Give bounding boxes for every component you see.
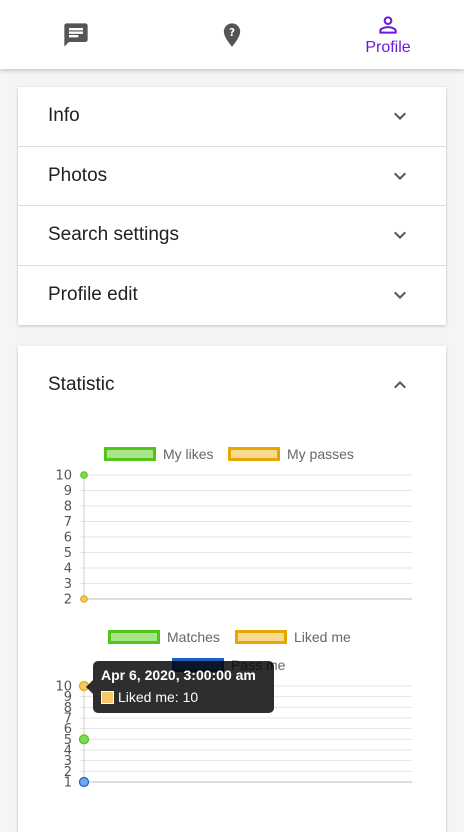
data-point <box>78 776 90 788</box>
y-tick-label: 2 <box>64 593 72 608</box>
data-point <box>80 471 88 479</box>
tooltip-title: Apr 6, 2020, 3:00:00 am <box>101 667 256 683</box>
y-tick-label: 4 <box>64 562 72 577</box>
y-tick-label: 9 <box>64 484 72 499</box>
data-point <box>78 734 90 745</box>
chat-icon <box>64 22 88 47</box>
tooltip-label: Liked me: 10 <box>118 689 199 705</box>
tooltip-swatch <box>101 690 114 704</box>
nav-profile[interactable]: Profile <box>352 0 424 69</box>
chart-tooltip: Apr 6, 2020, 3:00:00 am Liked me: 10 <box>86 661 274 713</box>
location-help-icon: ? <box>223 22 241 47</box>
bottom-navigation: ? Profile <box>0 0 464 69</box>
y-tick-label: 10 <box>55 680 72 695</box>
nav-profile-label: Profile <box>365 39 411 56</box>
tooltip-arrow <box>86 680 93 694</box>
y-tick-label: 7 <box>64 515 72 530</box>
y-tick-label: 10 <box>55 469 72 484</box>
y-tick-label: 8 <box>64 500 72 515</box>
y-tick-label: 3 <box>64 577 72 592</box>
y-tick-label: 5 <box>64 546 72 561</box>
nav-chat[interactable] <box>44 0 108 69</box>
y-tick-label: 6 <box>64 531 72 546</box>
svg-text:?: ? <box>229 27 235 39</box>
nav-help[interactable]: ? <box>200 0 264 69</box>
data-point <box>80 595 88 603</box>
person-icon <box>379 16 397 34</box>
tooltip-body: Liked me: 10 <box>101 689 266 705</box>
